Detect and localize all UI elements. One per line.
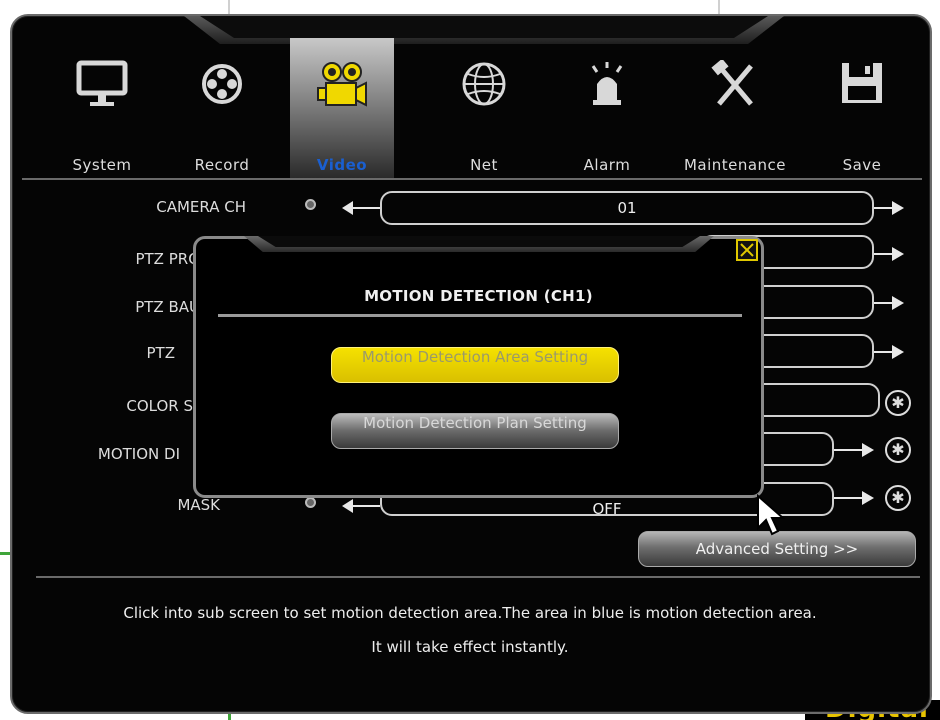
ptz-protocol-next-arrow[interactable]: [892, 247, 904, 261]
nav-record[interactable]: Record: [170, 38, 274, 178]
dialog-title: MOTION DETECTION (CH1): [364, 287, 593, 305]
mask-indicator: [305, 497, 316, 508]
mouse-cursor-icon: [756, 493, 786, 542]
alarm-siren-icon: [583, 60, 631, 112]
nav-label: Alarm: [583, 156, 631, 174]
hint-line-2: It will take effect instantly.: [371, 638, 569, 656]
color-setting-label: COLOR S: [126, 397, 193, 415]
floppy-disk-icon: [839, 60, 885, 110]
nav-save[interactable]: Save: [810, 38, 914, 178]
dialog-divider: [218, 314, 742, 317]
monitor-icon: [76, 60, 128, 112]
film-reel-icon: [200, 60, 244, 112]
camera-ch-field[interactable]: 01: [380, 191, 874, 225]
motion-detection-gear-icon[interactable]: ✱: [885, 437, 911, 463]
camera-ch-next-line: [874, 207, 892, 209]
close-icon[interactable]: [736, 239, 758, 261]
top-nav: System Record Video Net Alarm Maintenanc…: [20, 38, 920, 178]
motion-area-setting-button[interactable]: Motion Detection Area Setting: [331, 347, 619, 383]
nav-video[interactable]: Video: [290, 38, 394, 178]
ptz-protocol-label: PTZ PRO: [135, 250, 200, 268]
window-top-tab-inner: [200, 16, 768, 38]
camera-ch-next-arrow[interactable]: [892, 201, 904, 215]
hint-separator: [36, 576, 920, 578]
ptz-protocol-next-line: [874, 253, 892, 255]
nav-label: Save: [842, 156, 882, 174]
background-divider: [228, 0, 230, 14]
motion-detection-label: MOTION DI: [97, 445, 180, 463]
nav-label: System: [72, 156, 132, 174]
mask-label: MASK: [177, 496, 220, 514]
mask-prev-line: [352, 505, 380, 507]
camera-ch-prev-line: [352, 207, 380, 209]
ptz-baud-next-line: [874, 302, 892, 304]
nav-label: Maintenance: [683, 156, 787, 174]
mask-value: OFF: [592, 500, 622, 518]
nav-net[interactable]: Net: [432, 38, 536, 178]
nav-maintenance[interactable]: Maintenance: [670, 38, 800, 178]
tools-icon: [711, 58, 759, 112]
motion-detection-next-line: [834, 449, 864, 451]
ptz-baud-next-arrow[interactable]: [892, 296, 904, 310]
ptz-next-arrow[interactable]: [892, 345, 904, 359]
globe-icon: [460, 60, 508, 112]
ptz-label: PTZ: [146, 344, 175, 362]
motion-detection-dialog: MOTION DETECTION (CH1) Motion Detection …: [193, 236, 764, 498]
background-decor: [0, 552, 10, 555]
hint-line-1: Click into sub screen to set motion dete…: [123, 604, 817, 622]
nav-label: Net: [470, 156, 498, 174]
color-setting-gear-icon[interactable]: ✱: [885, 390, 911, 416]
camera-ch-value: 01: [617, 199, 637, 217]
motion-detection-next-arrow[interactable]: [862, 443, 874, 457]
nav-separator: [22, 178, 922, 180]
camera-ch-label: CAMERA CH: [156, 198, 246, 216]
mask-next-line: [834, 497, 864, 499]
motion-plan-setting-button[interactable]: Motion Detection Plan Setting: [331, 413, 619, 449]
camera-ch-indicator: [305, 199, 316, 210]
ptz-next-line: [874, 351, 892, 353]
video-camera-icon: [316, 60, 368, 116]
mask-next-arrow[interactable]: [862, 491, 874, 505]
dialog-top-tab-inner: [258, 236, 700, 247]
nav-alarm[interactable]: Alarm: [555, 38, 659, 178]
background-divider: [718, 0, 720, 14]
nav-system[interactable]: System: [50, 38, 154, 178]
mask-gear-icon[interactable]: ✱: [885, 485, 911, 511]
nav-label: Record: [194, 156, 250, 174]
nav-label: Video: [316, 156, 368, 174]
ptz-baud-label: PTZ BAU: [135, 298, 200, 316]
